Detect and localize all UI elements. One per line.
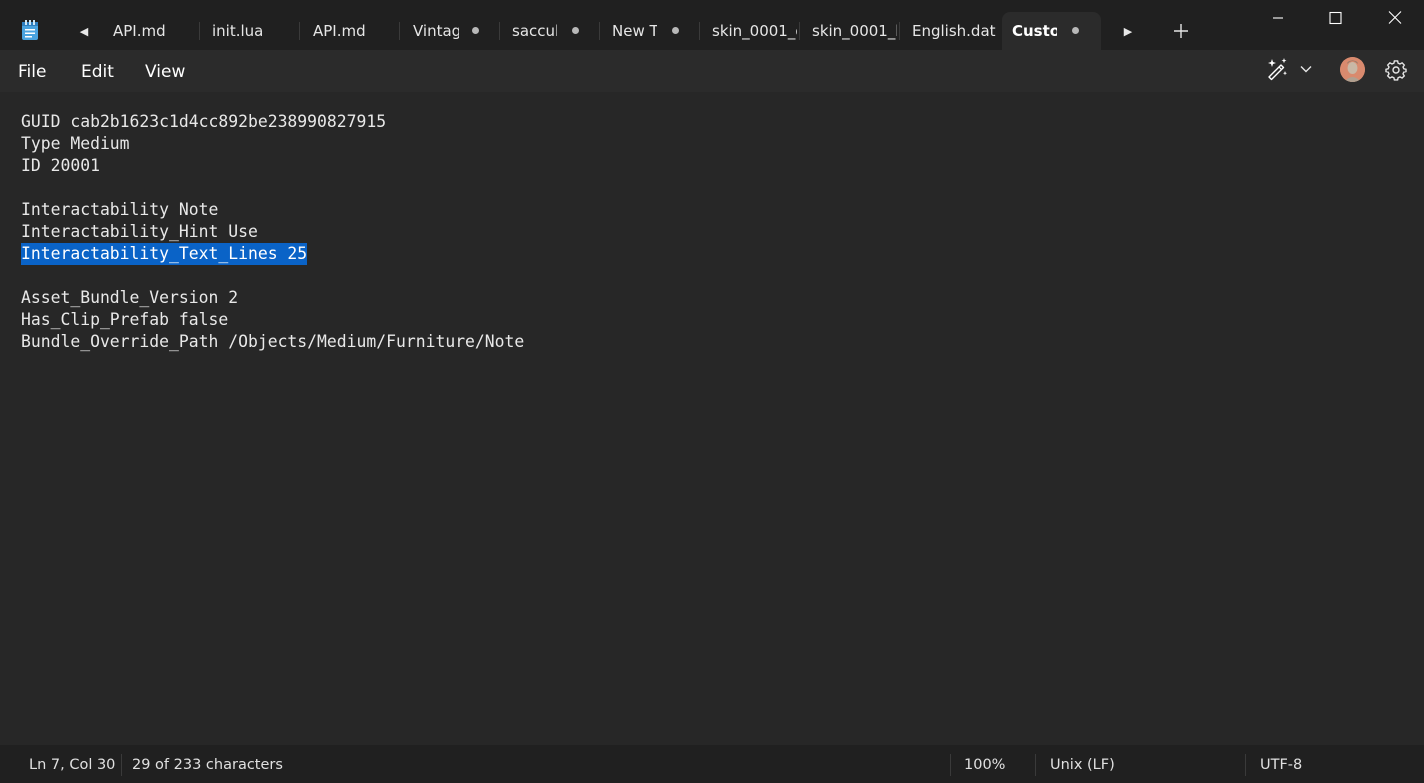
scroll-right-icon[interactable]: ▶ (1116, 20, 1140, 42)
notepad-app-icon (22, 20, 38, 40)
menu-edit[interactable]: Edit (81, 62, 114, 82)
tab-active[interactable]: Custor (1002, 12, 1101, 50)
tab-title: Vintag (413, 22, 459, 40)
tab[interactable]: Vintag (400, 12, 500, 50)
zoom-level[interactable]: 100% (964, 757, 1005, 773)
status-divider (950, 754, 951, 776)
avatar[interactable] (1340, 57, 1365, 82)
chevron-down-icon[interactable] (1299, 62, 1313, 76)
add-tab-icon[interactable] (1170, 20, 1192, 42)
gear-icon[interactable] (1385, 59, 1407, 81)
editor-line: Type Medium (21, 134, 130, 153)
status-divider (1245, 754, 1246, 776)
editor-line: Interactability Note (21, 200, 219, 219)
editor-line: Has_Clip_Prefab false (21, 310, 229, 329)
editor-line: GUID cab2b1623c1d4cc892be238990827915 (21, 112, 387, 131)
minimize-icon[interactable] (1268, 9, 1288, 27)
tab[interactable]: init.lua (200, 12, 300, 50)
close-icon[interactable] (1385, 9, 1405, 27)
tab-title: Custor (1012, 22, 1057, 40)
tab-title: API.md (113, 22, 166, 40)
encoding[interactable]: UTF-8 (1260, 757, 1302, 773)
scroll-left-icon[interactable]: ◀ (72, 20, 96, 42)
status-bar: Ln 7, Col 30 29 of 233 characters 100% U… (0, 745, 1424, 783)
tab[interactable]: sacculı (500, 12, 600, 50)
tab[interactable]: skin_0001_de (700, 12, 800, 50)
tab-title: New Te (612, 22, 657, 40)
text-editor[interactable]: GUID cab2b1623c1d4cc892be238990827915 Ty… (0, 92, 1424, 745)
menu-view[interactable]: View (145, 62, 185, 82)
selection-count: 29 of 233 characters (132, 757, 283, 773)
tab-title: skin_0001_de (712, 22, 797, 40)
editor-line: Asset_Bundle_Version 2 (21, 288, 239, 307)
tab-title: skin_0001_ke (812, 22, 897, 40)
tab[interactable]: API.md (300, 12, 400, 50)
title-bar: ◀ API.md init.lua API.md Vintag sacculı … (0, 0, 1424, 50)
unsaved-dot-icon (572, 27, 579, 34)
line-ending[interactable]: Unix (LF) (1050, 757, 1115, 773)
editor-line: Interactability_Hint Use (21, 222, 258, 241)
status-divider (121, 754, 122, 776)
tab-title: init.lua (212, 22, 264, 40)
copilot-icon[interactable] (1264, 56, 1290, 82)
tab[interactable]: New Te (600, 12, 700, 50)
tab[interactable]: skin_0001_ke (800, 12, 900, 50)
unsaved-dot-icon (1072, 27, 1079, 34)
tab-title: English.dat (912, 22, 996, 40)
editor-line: ID 20001 (21, 156, 100, 175)
maximize-icon[interactable] (1325, 9, 1345, 27)
menu-file[interactable]: File (18, 62, 46, 82)
selected-text: Interactability_Text_Lines 25 (21, 243, 308, 265)
cursor-position[interactable]: Ln 7, Col 30 (29, 757, 115, 773)
tab[interactable]: API.md (100, 12, 200, 50)
unsaved-dot-icon (472, 27, 479, 34)
unsaved-dot-icon (672, 27, 679, 34)
tab[interactable]: English.dat (900, 12, 1000, 50)
editor-line: Bundle_Override_Path /Objects/Medium/Fur… (21, 332, 525, 351)
tab-title: API.md (313, 22, 366, 40)
status-divider (1035, 754, 1036, 776)
tab-title: sacculı (512, 22, 557, 40)
menu-bar: File Edit View (0, 50, 1424, 92)
